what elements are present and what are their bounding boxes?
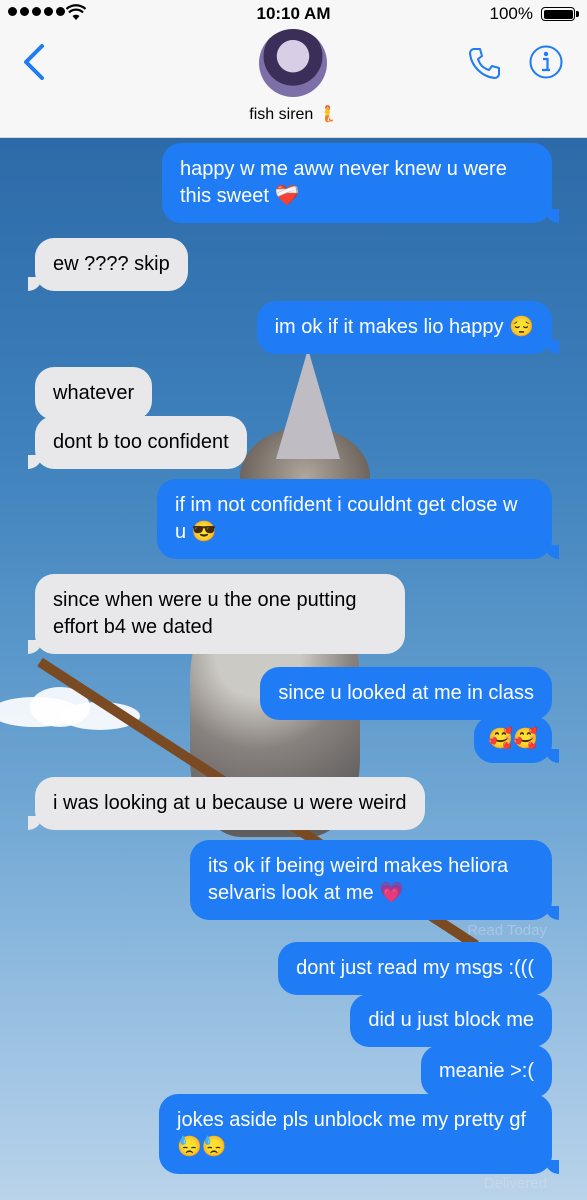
- battery-icon: [541, 7, 579, 21]
- sent-message[interactable]: meanie >:(: [420, 1045, 552, 1098]
- sent-message[interactable]: im ok if it makes lio happy 😔: [256, 301, 560, 354]
- delivered-label: Delivered: [483, 1175, 547, 1192]
- contact-name[interactable]: fish siren 🧜: [0, 104, 587, 124]
- sent-message[interactable]: dont just read my msgs :(((: [278, 942, 552, 995]
- received-message[interactable]: dont b too confident: [28, 416, 247, 469]
- received-message[interactable]: whatever: [35, 367, 153, 420]
- received-message[interactable]: ew ???? skip: [28, 238, 188, 291]
- sent-message[interactable]: since u looked at me in class: [260, 667, 552, 720]
- sent-message[interactable]: did u just block me: [350, 994, 552, 1047]
- conversation-header: 10:10 AM 100% fish siren 🧜: [0, 0, 587, 138]
- sent-message[interactable]: jokes aside pls unblock me my pretty gf …: [159, 1094, 559, 1174]
- sent-message[interactable]: its ok if being weird makes heliora selv…: [190, 840, 559, 920]
- received-message[interactable]: i was looking at u because u were weird: [28, 777, 425, 830]
- phone-icon[interactable]: [466, 45, 502, 81]
- wizard-hat: [276, 349, 340, 459]
- chat-background: happy w me aww never knew u were this sw…: [0, 137, 587, 1200]
- sent-message[interactable]: happy w me aww never knew u were this sw…: [162, 143, 559, 223]
- status-bar: 10:10 AM 100%: [0, 0, 587, 28]
- received-message[interactable]: since when were u the one putting effort…: [28, 574, 405, 654]
- sent-message[interactable]: 🥰🥰: [474, 716, 559, 763]
- chevron-left-icon[interactable]: [20, 42, 50, 82]
- avatar[interactable]: [259, 29, 327, 97]
- info-icon[interactable]: [528, 44, 564, 80]
- sent-message[interactable]: if im not confident i couldnt get close …: [157, 479, 559, 559]
- battery-percent: 100%: [489, 4, 533, 23]
- read-receipt: Read Today: [467, 922, 547, 939]
